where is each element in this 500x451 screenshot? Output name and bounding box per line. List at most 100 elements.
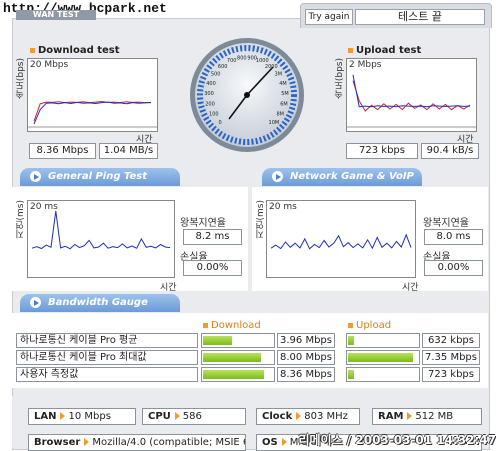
test-status-field: 테스트 끝 bbox=[355, 9, 485, 25]
game-x-label: 시간 bbox=[402, 283, 419, 293]
try-again-button[interactable]: Try again bbox=[305, 9, 353, 25]
signature-timestamp: 리메이스 / 2003-03-01 14:32:47 bbox=[298, 433, 496, 447]
game-voip-header[interactable]: Network Game & VoIP Test bbox=[262, 168, 422, 200]
bandwidth-upload-label: Upload bbox=[356, 320, 392, 331]
gauge-tick-label: 300 bbox=[204, 91, 214, 97]
upload-graph: 2 Mbps bbox=[346, 58, 477, 132]
lan-value: 10 Mbps bbox=[68, 411, 111, 422]
upload-bar-fill bbox=[348, 336, 354, 345]
bandwidth-download-title: Download bbox=[203, 320, 261, 331]
upload-bar-fill bbox=[348, 353, 414, 362]
browser-info: Browser Mozilla/4.0 (compatible; MSIE 6.0 bbox=[28, 434, 246, 451]
gauge-tick-label: 100 bbox=[209, 112, 219, 118]
bandwidth-row-label: 사용자 측정값 bbox=[16, 367, 198, 382]
ping-rtt-value: 8.2 ms bbox=[183, 229, 242, 245]
download-bar bbox=[201, 367, 275, 382]
os-label: OS bbox=[262, 437, 278, 448]
bullet-icon bbox=[348, 322, 353, 328]
bullet-icon bbox=[348, 47, 353, 53]
game-rtt-label: 왕복지연율 bbox=[423, 218, 469, 229]
game-graph: 20 ms bbox=[266, 200, 416, 278]
upload-bar-value: 632 kbps bbox=[422, 333, 480, 348]
download-bar-fill bbox=[203, 336, 232, 345]
arrow-right-icon bbox=[281, 438, 287, 446]
bandwidth-download-label: Download bbox=[211, 320, 261, 331]
game-loss-value: 0.00% bbox=[424, 260, 483, 276]
gauge-hub bbox=[244, 92, 250, 98]
gauge-tick-label: 6M bbox=[280, 102, 288, 108]
gauge-tick-label: 5M bbox=[281, 91, 289, 97]
arrow-right-icon bbox=[407, 412, 413, 420]
cpu-label: CPU bbox=[148, 411, 171, 422]
gauge-tick-label: 600 bbox=[218, 64, 228, 70]
clock-info: Clock 803 MHz bbox=[256, 408, 360, 425]
upload-bar bbox=[346, 333, 420, 348]
ram-info: RAM 512 MB bbox=[372, 408, 482, 425]
arrow-right-icon bbox=[84, 438, 90, 446]
ping-rtt-label: 왕복지연율 bbox=[180, 218, 226, 229]
bandwidth-row-label: 하나로통신 케이블 Pro 평균 bbox=[16, 333, 198, 348]
bullet-icon bbox=[203, 322, 208, 328]
ping-x-label: 시간 bbox=[160, 283, 177, 293]
download-test-title: Download test bbox=[30, 45, 120, 56]
download-bar-fill bbox=[203, 370, 264, 379]
general-ping-header[interactable]: General Ping Test bbox=[20, 168, 180, 186]
ping-y-label: 지연(ms) bbox=[16, 200, 26, 239]
ram-label: RAM bbox=[378, 411, 404, 422]
bandwidth-gauge-header[interactable]: Bandwidth Gauge bbox=[20, 294, 180, 312]
play-icon bbox=[30, 297, 41, 308]
download-bar-value: 8.36 Mbps bbox=[277, 367, 335, 382]
series-line bbox=[33, 101, 152, 125]
gauge-tick-label: 3M bbox=[275, 72, 283, 78]
upload-y-label: 속도(bps) bbox=[335, 58, 345, 100]
upload-bar-value: 723 kbps bbox=[422, 367, 480, 382]
download-graph: 20 Mbps bbox=[27, 58, 158, 132]
upload-bar bbox=[346, 350, 420, 365]
download-bar-value: 8.00 Mbps bbox=[277, 350, 335, 365]
upload-chart bbox=[347, 74, 476, 128]
ping-loss-value: 0.00% bbox=[183, 260, 242, 276]
game-rtt-value: 8.0 ms bbox=[424, 229, 483, 245]
gauge-tick-label: 10M bbox=[269, 120, 280, 126]
upload-bar bbox=[346, 367, 420, 382]
gauge-tick-label: 8M bbox=[276, 112, 284, 118]
series-line bbox=[270, 233, 412, 250]
gauge-tick-label: 0 bbox=[219, 120, 222, 126]
upload-test-title: Upload test bbox=[348, 45, 421, 56]
ram-value: 512 MB bbox=[415, 411, 454, 422]
gauge-tick-label: 700 bbox=[227, 58, 237, 64]
browser-value: Mozilla/4.0 (compatible; MSIE 6.0 bbox=[92, 437, 246, 448]
browser-label: Browser bbox=[34, 437, 81, 448]
upload-bar-fill bbox=[348, 370, 355, 379]
upload-bytes-value: 90.4 kB/s bbox=[421, 143, 479, 159]
bandwidth-row-label: 하나로통신 케이블 Pro 최대값 bbox=[16, 350, 198, 365]
gauge-tick-label: 800 bbox=[237, 55, 247, 61]
cpu-value: 586 bbox=[182, 411, 202, 422]
general-ping-label: General Ping Test bbox=[48, 171, 148, 182]
download-chart bbox=[28, 100, 157, 128]
lan-label: LAN bbox=[34, 411, 57, 422]
series-line bbox=[31, 210, 171, 250]
arrow-right-icon bbox=[60, 412, 66, 420]
download-bar bbox=[201, 350, 275, 365]
game-chart bbox=[270, 233, 412, 250]
wan-test-tab[interactable]: WAN TEST bbox=[16, 10, 96, 20]
bandwidth-gauge-label: Bandwidth Gauge bbox=[48, 297, 148, 308]
download-bar-fill bbox=[203, 353, 262, 362]
speed-gauge: 0100200300400500600700 800 900100020003M4M… bbox=[190, 38, 304, 152]
play-icon bbox=[30, 171, 41, 182]
upload-bar-value: 7.35 Mbps bbox=[422, 350, 480, 365]
upload-speed-value: 723 kbps bbox=[346, 143, 418, 159]
lan-info: LAN 10 Mbps bbox=[28, 408, 136, 425]
clock-value: 803 MHz bbox=[304, 411, 348, 422]
bandwidth-upload-title: Upload bbox=[348, 320, 391, 331]
download-bytes-value: 1.04 MB/s bbox=[99, 143, 158, 159]
gauge-tick-label: 500 bbox=[211, 72, 221, 78]
download-test-label: Download test bbox=[38, 45, 120, 56]
download-bar-value: 3.96 Mbps bbox=[277, 333, 335, 348]
arrow-right-icon bbox=[296, 412, 302, 420]
download-y-label: 속도(bps) bbox=[16, 58, 26, 100]
gauge-tick-label: 4M bbox=[279, 81, 287, 87]
cpu-info: CPU 586 bbox=[142, 408, 246, 425]
bullet-icon bbox=[30, 47, 35, 53]
